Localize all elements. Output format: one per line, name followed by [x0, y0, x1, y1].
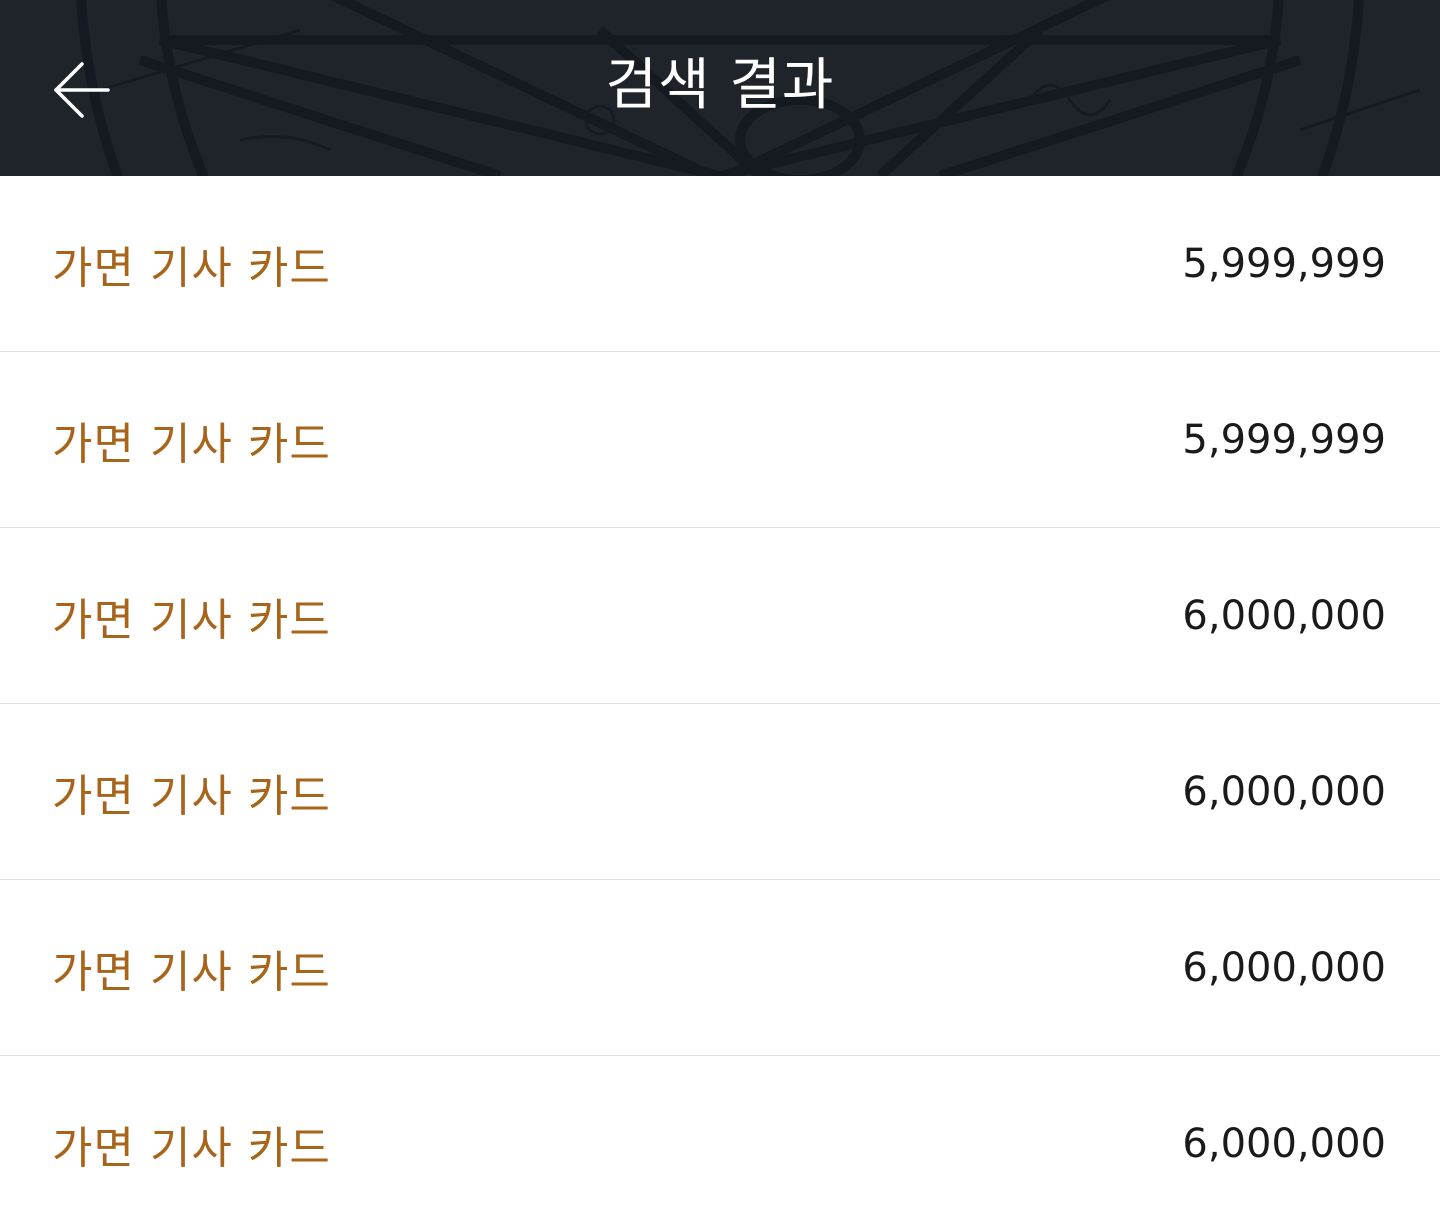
item-price: 6,000,000 — [1182, 592, 1386, 639]
item-name: 가면 기사 카드 — [52, 946, 331, 998]
result-row[interactable]: 가면 기사 카드 6,000,000 — [0, 528, 1440, 704]
search-results-list: 가면 기사 카드 5,999,999 가면 기사 카드 5,999,999 가면… — [0, 176, 1440, 1206]
item-name: 가면 기사 카드 — [52, 242, 331, 294]
result-row[interactable]: 가면 기사 카드 5,999,999 — [0, 176, 1440, 352]
page-title: 검색 결과 — [605, 53, 835, 118]
item-name: 가면 기사 카드 — [52, 594, 331, 646]
result-row[interactable]: 가면 기사 카드 6,000,000 — [0, 880, 1440, 1056]
item-price: 6,000,000 — [1182, 768, 1386, 815]
item-price: 6,000,000 — [1182, 944, 1386, 991]
result-row[interactable]: 가면 기사 카드 5,999,999 — [0, 352, 1440, 528]
item-name: 가면 기사 카드 — [52, 418, 331, 470]
item-price: 5,999,999 — [1182, 416, 1386, 463]
item-price: 6,000,000 — [1182, 1120, 1386, 1167]
app-header: 검색 결과 — [0, 0, 1440, 176]
result-row[interactable]: 가면 기사 카드 6,000,000 — [0, 1056, 1440, 1206]
item-name: 가면 기사 카드 — [52, 1122, 331, 1174]
result-row[interactable]: 가면 기사 카드 6,000,000 — [0, 704, 1440, 880]
item-name: 가면 기사 카드 — [52, 770, 331, 822]
item-price: 5,999,999 — [1182, 240, 1386, 287]
